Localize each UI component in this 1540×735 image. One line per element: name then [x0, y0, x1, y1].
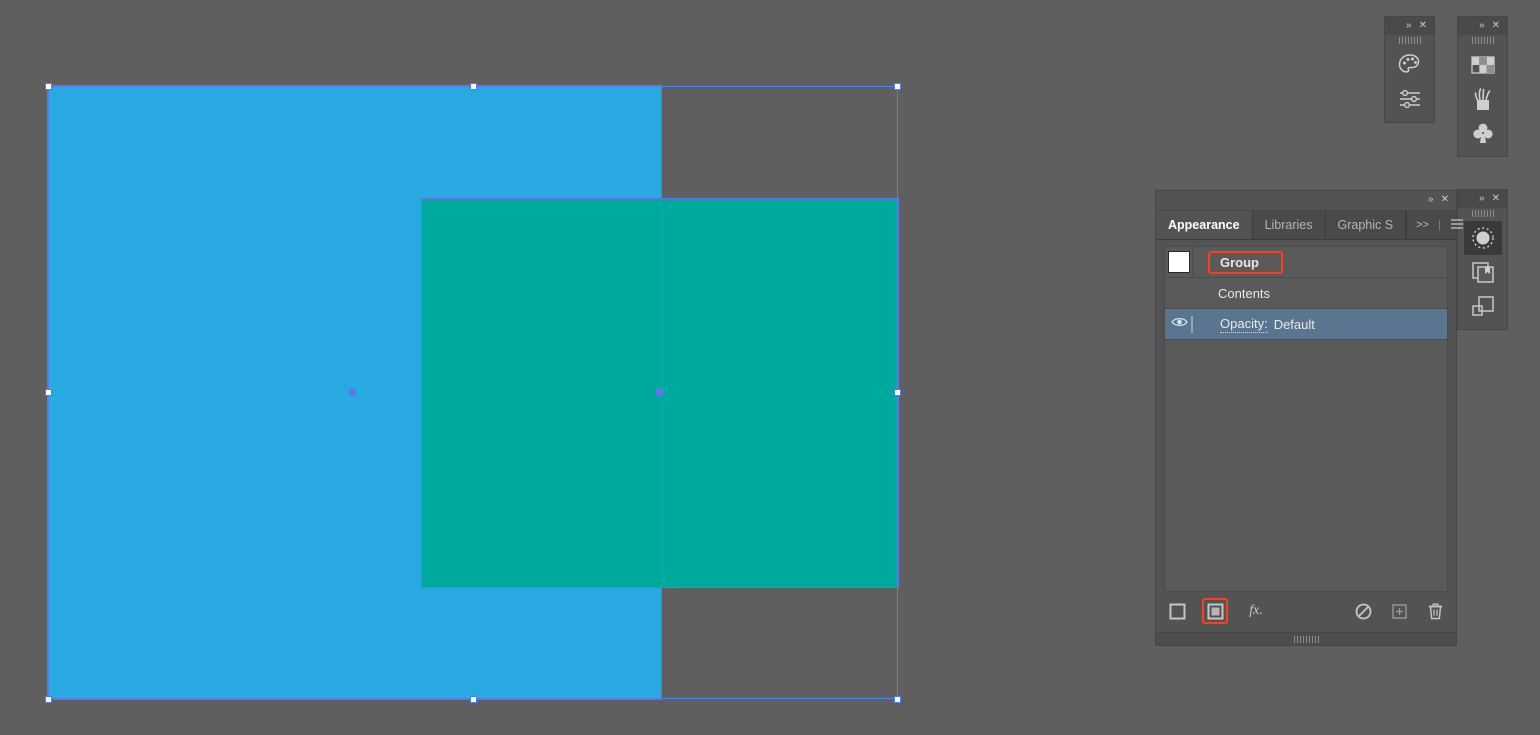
libraries-book-icon[interactable]	[1464, 255, 1502, 289]
appearance-panel: Appearance Libraries Graphic S >> | Grou…	[1155, 210, 1463, 646]
duplicate-item-icon[interactable]	[1388, 600, 1410, 622]
add-new-fill-icon[interactable]	[1202, 598, 1228, 624]
opacity-row-label-cell[interactable]: Opacity: Default	[1191, 315, 1447, 333]
add-new-stroke-icon[interactable]	[1166, 600, 1188, 622]
opacity-visibility-cell[interactable]	[1165, 309, 1193, 339]
contents-row-label-cell: Contents	[1193, 286, 1447, 301]
color-dock: » ✕	[1384, 16, 1435, 123]
tab-appearance[interactable]: Appearance	[1156, 211, 1253, 239]
contents-thumbnail-cell	[1165, 278, 1193, 308]
hamburger-menu-icon[interactable]	[1450, 218, 1464, 233]
panel-tabs: Appearance Libraries Graphic S >> |	[1156, 211, 1463, 240]
add-new-effect-fx-icon[interactable]: fx.	[1242, 600, 1270, 622]
opacity-label[interactable]: Opacity:	[1220, 316, 1268, 333]
close-icon[interactable]: ✕	[1441, 195, 1449, 205]
double-chevron-right-icon[interactable]: »	[1428, 195, 1434, 205]
swatches-dock-titlebar: » ✕	[1458, 17, 1507, 35]
brushes-icon[interactable]	[1464, 82, 1502, 116]
selection-handle-top-center[interactable]	[469, 82, 477, 90]
appearance-panel-titlebar: » ✕	[1155, 190, 1457, 210]
symbols-club-icon[interactable]	[1464, 116, 1502, 150]
appearance-dock-titlebar: » ✕	[1458, 190, 1507, 208]
tab-libraries[interactable]: Libraries	[1253, 211, 1326, 239]
tab-graphic-styles-label: Graphic S	[1337, 218, 1394, 232]
panel-body: Group Contents Opacity: Default	[1156, 240, 1456, 592]
close-icon[interactable]: ✕	[1419, 21, 1427, 31]
delete-item-trash-icon[interactable]	[1424, 600, 1446, 622]
group-row-label-cell: Group	[1193, 250, 1447, 274]
selection-handle-middle-left[interactable]	[44, 389, 52, 396]
double-chevron-right-icon[interactable]: »	[1406, 21, 1412, 31]
teal-rectangle-center-point	[656, 389, 663, 396]
color-dock-titlebar: » ✕	[1385, 17, 1434, 35]
appearance-row-opacity[interactable]: Opacity: Default	[1165, 309, 1447, 340]
group-label-highlight: Group	[1208, 250, 1283, 274]
selection-handle-middle-right[interactable]	[894, 389, 901, 396]
eye-visibility-icon[interactable]	[1170, 315, 1188, 333]
appearance-panel-titlebar-controls: » ✕	[1156, 191, 1456, 209]
tab-graphic-styles[interactable]: Graphic S	[1326, 211, 1407, 239]
selection-handle-bottom-right[interactable]	[894, 695, 901, 703]
panel-tab-tools: >> |	[1407, 211, 1473, 239]
graphic-styles-icon[interactable]	[1464, 289, 1502, 323]
group-label: Group	[1220, 254, 1259, 270]
selection-handle-top-right[interactable]	[894, 82, 901, 90]
color-guide-sliders-icon[interactable]	[1391, 82, 1429, 116]
double-chevron-right-icon[interactable]: »	[1479, 194, 1485, 204]
swatches-grid-icon[interactable]	[1464, 48, 1502, 82]
swatches-dock-grip[interactable]	[1458, 35, 1507, 46]
tab-appearance-label: Appearance	[1168, 218, 1240, 232]
group-thumbnail-cell[interactable]	[1165, 247, 1193, 277]
panel-resize-grip[interactable]	[1156, 632, 1456, 645]
double-chevron-right-icon[interactable]: »	[1479, 21, 1485, 31]
blue-rectangle-center-point	[349, 389, 356, 396]
group-thumbnail-swatch	[1167, 251, 1190, 273]
panel-footer-toolbar: fx.	[1156, 595, 1456, 627]
tab-tools-separator: |	[1437, 219, 1441, 231]
selection-handle-bottom-center[interactable]	[469, 695, 477, 703]
close-icon[interactable]: ✕	[1492, 194, 1500, 204]
contents-label: Contents	[1218, 285, 1271, 301]
fx-label: fx.	[1249, 603, 1263, 618]
selection-handle-top-left[interactable]	[44, 82, 52, 90]
selection-handle-bottom-left[interactable]	[44, 695, 52, 703]
opacity-value[interactable]: Default	[1274, 317, 1315, 332]
clear-appearance-icon[interactable]	[1352, 600, 1374, 622]
illustrator-workspace: » ✕ » ✕ » ✕ » ✕ Appearance Libraries Gra…	[0, 0, 1540, 735]
close-icon[interactable]: ✕	[1492, 21, 1500, 31]
color-dock-grip[interactable]	[1385, 35, 1434, 46]
appearance-list[interactable]: Group Contents Opacity: Default	[1164, 246, 1448, 592]
appearance-row-group[interactable]: Group	[1165, 247, 1447, 278]
tab-libraries-label: Libraries	[1264, 218, 1313, 232]
overflow-chevron-icon[interactable]: >>	[1416, 219, 1429, 231]
appearance-row-contents[interactable]: Contents	[1165, 278, 1447, 309]
swatches-dock: » ✕	[1457, 16, 1508, 157]
color-palette-icon[interactable]	[1391, 48, 1429, 82]
